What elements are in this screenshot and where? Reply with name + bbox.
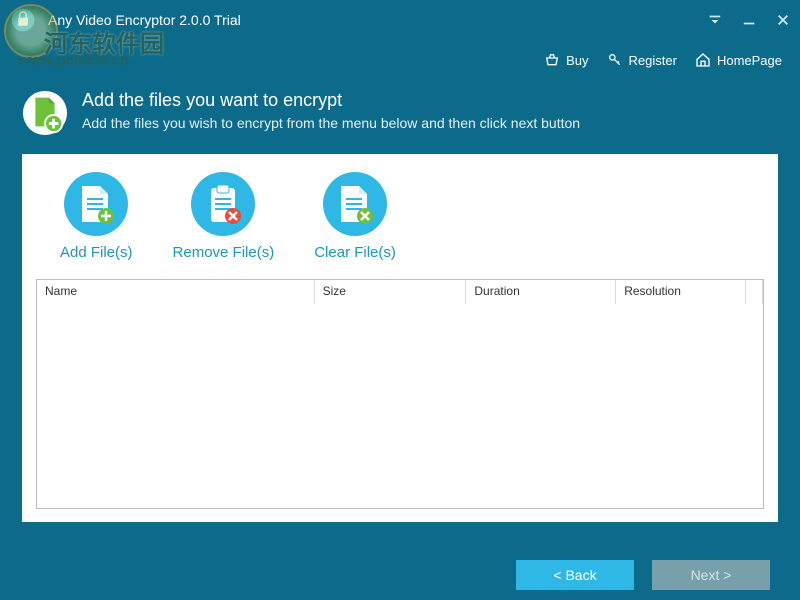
menubar: Buy Register HomePage	[0, 40, 800, 80]
footer: < Back Next >	[0, 550, 800, 600]
basket-icon	[544, 52, 560, 68]
column-duration[interactable]: Duration	[466, 280, 616, 304]
page-header: Add the files you want to encrypt Add th…	[0, 80, 800, 154]
column-name[interactable]: Name	[37, 280, 315, 304]
key-icon	[607, 52, 623, 68]
window-controls	[706, 0, 792, 40]
close-button[interactable]	[774, 11, 792, 29]
window-title: Any Video Encryptor 2.0.0 Trial	[48, 12, 241, 28]
next-button[interactable]: Next >	[652, 560, 770, 590]
file-table: Name Size Duration Resolution	[36, 279, 764, 509]
clipboard-remove-icon	[205, 184, 241, 224]
add-files-button[interactable]: Add File(s)	[60, 172, 133, 261]
clear-files-circle	[323, 172, 387, 236]
register-label: Register	[629, 53, 677, 68]
remove-files-button[interactable]: Remove File(s)	[173, 172, 275, 261]
remove-files-label: Remove File(s)	[173, 244, 275, 261]
header-text: Add the files you want to encrypt Add th…	[82, 90, 580, 131]
column-resolution[interactable]: Resolution	[616, 280, 746, 304]
app-logo-icon	[10, 7, 36, 33]
main-panel: Add File(s) Remove File(s)	[22, 154, 778, 522]
actions-row: Add File(s) Remove File(s)	[36, 168, 764, 273]
dropdown-icon[interactable]	[706, 11, 724, 29]
clear-files-label: Clear File(s)	[314, 244, 396, 261]
column-spacer	[746, 280, 763, 304]
homepage-link[interactable]: HomePage	[695, 52, 782, 68]
clear-files-button[interactable]: Clear File(s)	[314, 172, 396, 261]
titlebar: Any Video Encryptor 2.0.0 Trial	[0, 0, 800, 40]
minimize-button[interactable]	[740, 11, 758, 29]
page-subtitle: Add the files you wish to encrypt from t…	[82, 115, 580, 131]
buy-label: Buy	[566, 53, 588, 68]
table-header: Name Size Duration Resolution	[37, 280, 763, 304]
buy-link[interactable]: Buy	[544, 52, 588, 68]
add-files-label: Add File(s)	[60, 244, 133, 261]
page-title: Add the files you want to encrypt	[82, 90, 580, 111]
homepage-label: HomePage	[717, 53, 782, 68]
document-clear-icon	[337, 184, 373, 224]
home-icon	[695, 52, 711, 68]
remove-files-circle	[191, 172, 255, 236]
document-plus-icon	[78, 184, 114, 224]
app-window: Any Video Encryptor 2.0.0 Trial Buy Regi…	[0, 0, 800, 600]
add-files-circle	[64, 172, 128, 236]
add-file-header-icon	[22, 90, 68, 136]
table-body[interactable]	[37, 304, 763, 508]
register-link[interactable]: Register	[607, 52, 677, 68]
back-button[interactable]: < Back	[516, 560, 634, 590]
column-size[interactable]: Size	[315, 280, 467, 304]
